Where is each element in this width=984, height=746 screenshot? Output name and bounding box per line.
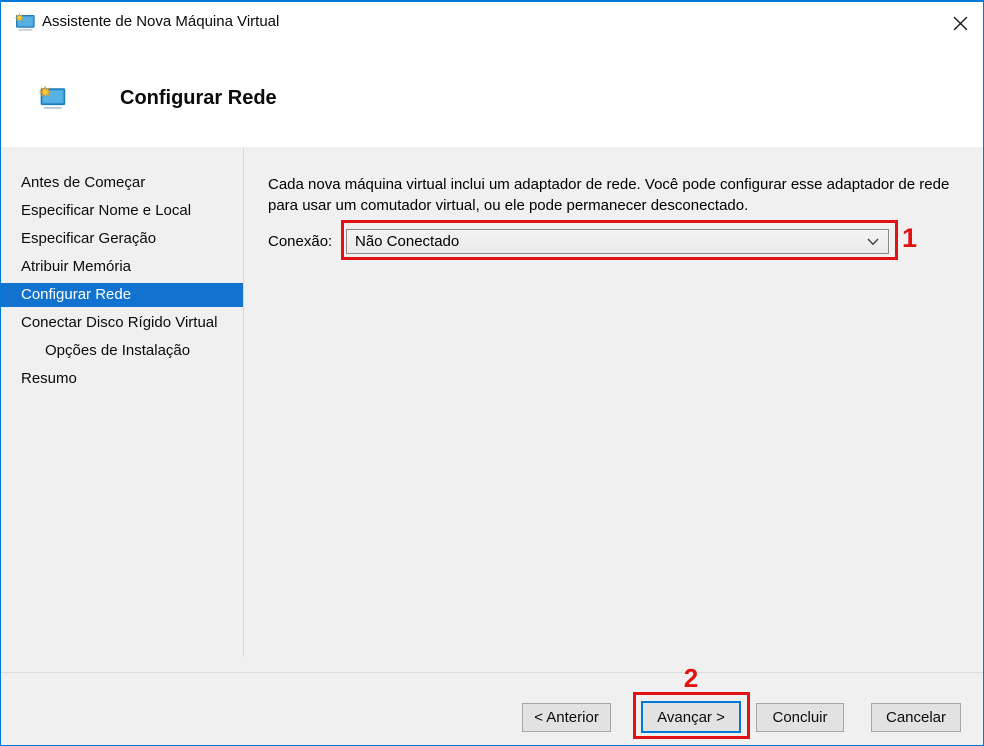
page-header: Configurar Rede [1,45,983,147]
connection-dropdown[interactable]: Não Conectado [346,229,889,254]
wizard-steps-list: Antes de Começar Especificar Nome e Loca… [1,147,243,391]
sidebar-item-especificar-geracao[interactable]: Especificar Geração [1,227,243,251]
page-title: Configurar Rede [120,87,277,109]
title-bar: Assistente de Nova Máquina Virtual [1,2,983,45]
wizard-window: Assistente de Nova Máquina Virtual Confi… [0,0,984,746]
connection-dropdown-value: Não Conectado [355,233,460,250]
sidebar-item-resumo[interactable]: Resumo [1,367,243,391]
sidebar-item-antes-de-comecar[interactable]: Antes de Começar [1,171,243,195]
wizard-body: Antes de Começar Especificar Nome e Loca… [1,147,983,672]
close-icon [953,16,967,30]
wizard-footer: < Anterior Avançar > Concluir Cancelar [1,672,983,745]
sidebar-item-opcoes-de-instalacao[interactable]: Opções de Instalação [1,339,243,363]
window-title: Assistente de Nova Máquina Virtual [42,13,280,30]
sidebar-item-configurar-rede[interactable]: Configurar Rede [1,283,243,307]
sidebar-item-especificar-nome-e-local[interactable]: Especificar Nome e Local [1,199,243,223]
connection-label: Conexão: [268,233,333,250]
cancel-button[interactable]: Cancelar [871,703,961,732]
step-content: Cada nova máquina virtual inclui um adap… [244,147,983,672]
sidebar-item-conectar-disco-rigido-virtual[interactable]: Conectar Disco Rígido Virtual [1,311,243,335]
vm-wizard-page-icon [38,85,66,110]
sidebar-item-atribuir-memoria[interactable]: Atribuir Memória [1,255,243,279]
next-button[interactable]: Avançar > [641,701,741,733]
wizard-steps-sidebar: Antes de Começar Especificar Nome e Loca… [1,147,244,657]
close-button[interactable] [943,9,977,37]
vm-wizard-app-icon [14,12,35,32]
previous-button[interactable]: < Anterior [522,703,611,732]
chevron-down-icon [867,238,879,246]
finish-button[interactable]: Concluir [756,703,844,732]
step-description: Cada nova máquina virtual inclui um adap… [268,176,950,214]
